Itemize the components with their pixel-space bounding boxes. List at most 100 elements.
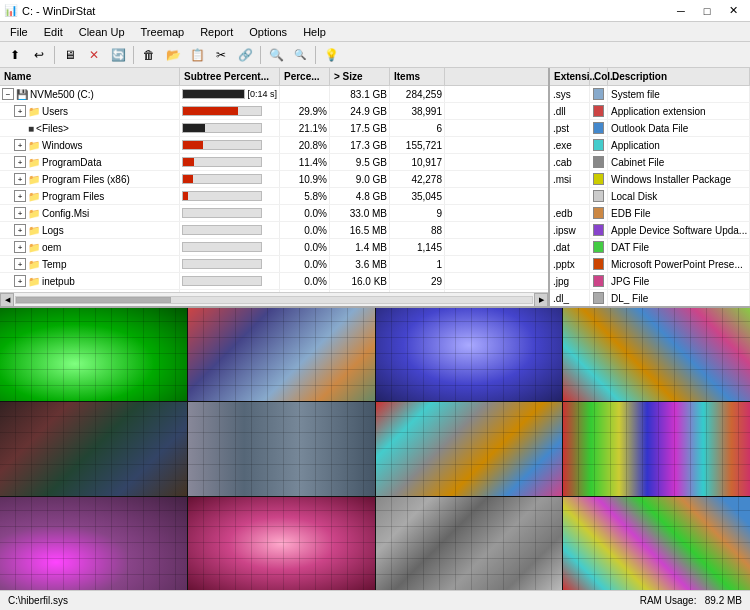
menu-file[interactable]: File	[2, 24, 36, 40]
list-item[interactable]: .cab Cabinet File	[550, 154, 750, 171]
table-row[interactable]: ■ <Files> 21.1% 17.5 GB 6	[0, 120, 548, 137]
menu-edit[interactable]: Edit	[36, 24, 71, 40]
table-row[interactable]: + 📁 Program Files (x86) 10.9% 9.0 GB 42,…	[0, 171, 548, 188]
col-color[interactable]: Col...	[590, 68, 608, 85]
col-items[interactable]: Items	[390, 68, 445, 85]
expand-icon[interactable]: +	[14, 241, 26, 253]
col-pct[interactable]: Perce...	[280, 68, 330, 85]
toolbar-treemap-help[interactable]: 💡	[320, 45, 342, 65]
cell-subtree	[180, 137, 280, 153]
expand-icon[interactable]: +	[14, 105, 26, 117]
list-item[interactable]: .msi Windows Installer Package	[550, 171, 750, 188]
expand-icon[interactable]: +	[14, 173, 26, 185]
titlebar-controls[interactable]: ─ □ ✕	[668, 2, 746, 20]
toolbar-refresh[interactable]: 🔄	[107, 45, 129, 65]
list-item[interactable]: .dl_ DL_ File	[550, 290, 750, 306]
toolbar-cancel[interactable]: ✕	[83, 45, 105, 65]
table-row[interactable]: + 📁 Temp 0.0% 3.6 MB 1	[0, 256, 548, 273]
toolbar-zoom-out[interactable]: 🔍	[289, 45, 311, 65]
list-item[interactable]: .ipsw Apple Device Software Upda...	[550, 222, 750, 239]
treemap-cell[interactable]	[188, 497, 375, 590]
toolbar-cleanup1[interactable]: 🗑	[138, 45, 160, 65]
table-row[interactable]: + 📁 Program Files 5.8% 4.8 GB 35,045	[0, 188, 548, 205]
list-item[interactable]: .dll Application extension	[550, 103, 750, 120]
cell-name: + 📁 Config.Msi	[0, 205, 180, 221]
list-item[interactable]: Local Disk	[550, 188, 750, 205]
ext-color	[590, 86, 608, 102]
ext-ext: .pptx	[550, 256, 590, 272]
scroll-left-btn[interactable]: ◀	[0, 293, 14, 307]
list-item[interactable]: .jpg JPG File	[550, 273, 750, 290]
expand-icon[interactable]: +	[14, 139, 26, 151]
col-name[interactable]: Name	[0, 68, 180, 85]
expand-icon[interactable]: +	[14, 275, 26, 287]
horizontal-scrollbar[interactable]: ◀ ▶	[0, 292, 548, 306]
toolbar-undo[interactable]: ↩	[28, 45, 50, 65]
table-row[interactable]: + 📁 ProgramData 11.4% 9.5 GB 10,917	[0, 154, 548, 171]
table-row[interactable]: + 📁 oem 0.0% 1.4 MB 1,145	[0, 239, 548, 256]
cell-name: + 📁 Temp	[0, 256, 180, 272]
treemap[interactable]	[0, 308, 750, 590]
treemap-cell[interactable]	[563, 308, 750, 401]
cell-size: 33.0 MB	[330, 205, 390, 221]
treemap-cell[interactable]	[376, 402, 563, 495]
scroll-thumb[interactable]	[16, 297, 171, 303]
col-subtree[interactable]: Subtree Percent...	[180, 68, 280, 85]
treemap-cell[interactable]	[376, 308, 563, 401]
file-tree-body[interactable]: − 💾 NVMe500 (C:) [0:14 s] 83.1 GB 284,25…	[0, 86, 548, 292]
toolbar-cleanup4[interactable]: ✂	[210, 45, 232, 65]
expand-icon[interactable]: +	[14, 190, 26, 202]
table-row[interactable]: − 💾 NVMe500 (C:) [0:14 s] 83.1 GB 284,25…	[0, 86, 548, 103]
menu-help[interactable]: Help	[295, 24, 334, 40]
list-item[interactable]: .pptx Microsoft PowerPoint Prese...	[550, 256, 750, 273]
toolbar-cleanup3[interactable]: 📋	[186, 45, 208, 65]
list-item[interactable]: .edb EDB File	[550, 205, 750, 222]
close-button[interactable]: ✕	[720, 2, 746, 20]
expand-icon[interactable]: +	[14, 258, 26, 270]
treemap-cell[interactable]	[188, 402, 375, 495]
treemap-cell[interactable]	[376, 497, 563, 590]
cell-size: 17.5 GB	[330, 120, 390, 136]
cell-items: 9	[390, 205, 445, 221]
list-item[interactable]: .sys System file	[550, 86, 750, 103]
cell-subtree	[180, 239, 280, 255]
list-item[interactable]: .dat DAT File	[550, 239, 750, 256]
list-item[interactable]: .exe Application	[550, 137, 750, 154]
list-item[interactable]: .pst Outlook Data File	[550, 120, 750, 137]
menu-options[interactable]: Options	[241, 24, 295, 40]
table-row[interactable]: + 📁 inetpub 0.0% 16.0 KB 29	[0, 273, 548, 290]
expand-icon[interactable]: +	[14, 156, 26, 168]
scroll-track[interactable]	[15, 296, 533, 304]
ext-desc: Microsoft PowerPoint Prese...	[608, 256, 750, 272]
toolbar-zoom-in[interactable]: 🔍	[265, 45, 287, 65]
menu-treemap[interactable]: Treemap	[133, 24, 193, 40]
menu-report[interactable]: Report	[192, 24, 241, 40]
maximize-button[interactable]: □	[694, 2, 720, 20]
table-row[interactable]: + 📁 Users 29.9% 24.9 GB 38,991	[0, 103, 548, 120]
col-size[interactable]: > Size	[330, 68, 390, 85]
ext-desc: Apple Device Software Upda...	[608, 222, 750, 238]
toolbar-sep1	[54, 46, 55, 64]
treemap-cell[interactable]	[563, 497, 750, 590]
table-row[interactable]: + 📁 Windows 20.8% 17.3 GB 155,721	[0, 137, 548, 154]
menu-cleanup[interactable]: Clean Up	[71, 24, 133, 40]
treemap-cell[interactable]	[563, 402, 750, 495]
toolbar-cleanup5[interactable]: 🔗	[234, 45, 256, 65]
treemap-cell[interactable]	[0, 308, 187, 401]
col-ext[interactable]: Extensi...	[550, 68, 590, 85]
expand-icon[interactable]: +	[14, 224, 26, 236]
toolbar-cleanup2[interactable]: 📂	[162, 45, 184, 65]
col-desc[interactable]: Description	[608, 68, 750, 85]
treemap-cell[interactable]	[188, 308, 375, 401]
ext-list-body[interactable]: .sys System file .dll Application extens…	[550, 86, 750, 306]
table-row[interactable]: + 📁 Logs 0.0% 16.5 MB 88	[0, 222, 548, 239]
scroll-right-btn[interactable]: ▶	[534, 293, 548, 307]
treemap-cell[interactable]	[0, 497, 187, 590]
treemap-cell[interactable]	[0, 402, 187, 495]
toolbar-back[interactable]: ⬆	[4, 45, 26, 65]
expand-icon[interactable]: +	[14, 207, 26, 219]
toolbar-scan[interactable]: 🖥	[59, 45, 81, 65]
table-row[interactable]: + 📁 Config.Msi 0.0% 33.0 MB 9	[0, 205, 548, 222]
minimize-button[interactable]: ─	[668, 2, 694, 20]
expand-icon[interactable]: −	[2, 88, 14, 100]
